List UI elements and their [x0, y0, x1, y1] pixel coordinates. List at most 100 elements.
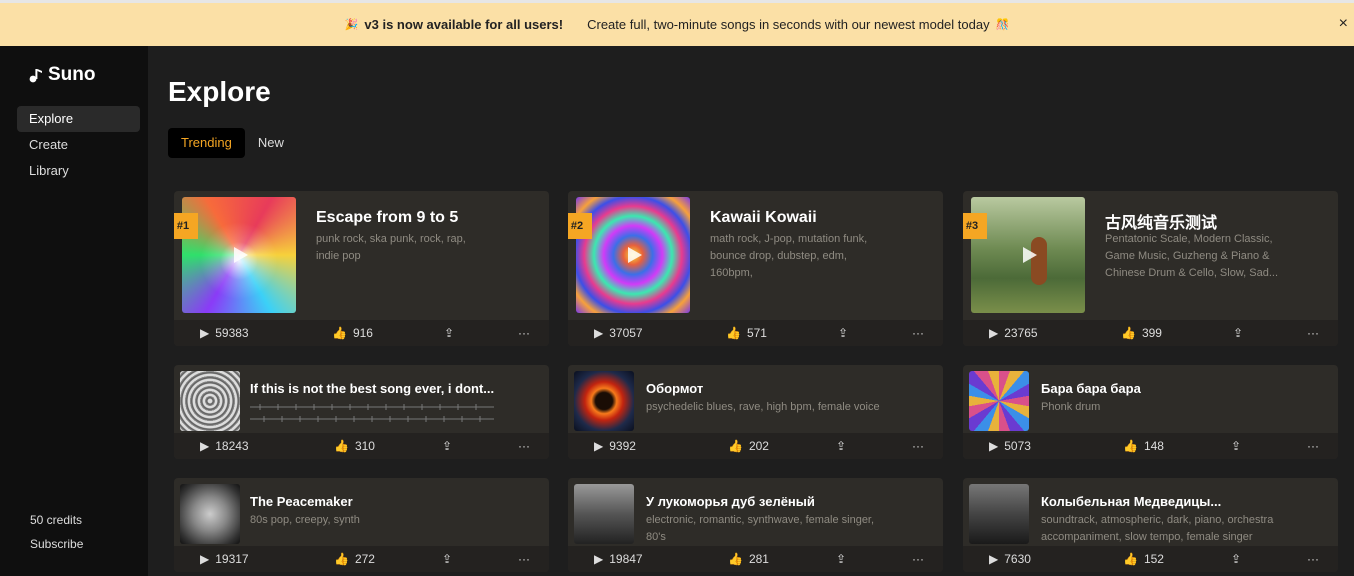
play-overlay-icon[interactable] [1023, 247, 1037, 263]
play-count-value: 59383 [215, 326, 249, 340]
confetti-icon: 🎊 [995, 19, 1010, 31]
thumbs-up-icon: 👍 [334, 439, 349, 453]
song-stats-bar: ▶ 19847 👍 281 ⇪ ··· [568, 546, 943, 572]
share-button[interactable]: ⇪ [836, 552, 846, 566]
more-icon: ··· [518, 439, 530, 453]
featured-song-card[interactable]: #1 Escape from 9 to 5 punk rock, ska pun… [174, 191, 549, 346]
featured-song-card[interactable]: #3 古风纯音乐测试 Pentatonic Scale, Modern Clas… [963, 191, 1338, 346]
thumbs-up-icon: 👍 [728, 439, 743, 453]
share-button[interactable]: ⇪ [836, 439, 846, 453]
like-count-value: 148 [1143, 439, 1164, 453]
more-button[interactable]: ··· [518, 439, 530, 453]
more-button[interactable]: ··· [518, 552, 530, 566]
song-title[interactable]: Бара бара бара [1041, 381, 1321, 396]
share-icon: ⇪ [442, 552, 453, 566]
like-count[interactable]: 👍 272 [334, 552, 375, 566]
song-cover[interactable] [180, 371, 240, 431]
share-button[interactable]: ⇪ [1231, 552, 1241, 566]
share-button[interactable]: ⇪ [1231, 439, 1241, 453]
featured-song-card[interactable]: #2 Kawaii Kowaii math rock, J-pop, mutat… [568, 191, 943, 346]
song-title[interactable]: У лукоморья дуб зелёный [646, 494, 926, 509]
like-count[interactable]: 👍 202 [728, 439, 769, 453]
share-button[interactable]: ⇪ [442, 439, 452, 453]
like-count-value: 152 [1143, 552, 1164, 566]
tab-trending[interactable]: Trending [168, 128, 245, 158]
more-button[interactable]: ··· [912, 439, 924, 453]
banner-message: Create full, two-minute songs in seconds… [587, 17, 990, 32]
song-cover[interactable] [971, 197, 1085, 313]
song-card[interactable]: If this is not the best song ever, i don… [174, 365, 549, 459]
more-button[interactable]: ··· [1307, 552, 1319, 566]
like-count[interactable]: 👍 281 [728, 552, 769, 566]
more-icon: ··· [518, 326, 530, 340]
like-count[interactable]: 👍 152 [1123, 552, 1164, 566]
page-title: Explore [168, 76, 271, 107]
sidebar-item-library[interactable]: Library [17, 158, 140, 184]
song-stats-bar: ▶ 18243 👍 310 ⇪ ··· [174, 433, 549, 459]
share-button[interactable]: ⇪ [1233, 326, 1243, 340]
song-cover[interactable] [969, 371, 1029, 431]
more-icon: ··· [912, 326, 924, 340]
play-count[interactable]: ▶ 9392 [594, 439, 636, 453]
song-cover[interactable] [969, 484, 1029, 544]
song-stats-bar: ▶ 5073 👍 148 ⇪ ··· [963, 433, 1338, 459]
share-button[interactable]: ⇪ [444, 326, 454, 340]
song-title[interactable]: 古风纯音乐测试 [1105, 209, 1325, 233]
more-icon: ··· [912, 552, 924, 566]
song-title[interactable]: Kawaii Kowaii [710, 209, 930, 227]
like-count[interactable]: 👍 571 [726, 326, 767, 340]
song-card[interactable]: Обормот psychedelic blues, rave, high bp… [568, 365, 943, 459]
song-tags: math rock, J-pop, mutation funk, bounce … [710, 233, 868, 279]
share-icon: ⇪ [442, 439, 453, 453]
like-count[interactable]: 👍 399 [1121, 326, 1162, 340]
close-banner-icon[interactable]: × [1339, 15, 1348, 33]
play-count[interactable]: ▶ 5073 [989, 439, 1031, 453]
subscribe-link[interactable]: Subscribe [30, 532, 83, 556]
like-count-value: 399 [1141, 326, 1162, 340]
song-cover[interactable] [180, 484, 240, 544]
more-icon: ··· [1307, 439, 1319, 453]
song-cover[interactable] [576, 197, 690, 313]
more-button[interactable]: ··· [912, 326, 924, 340]
play-overlay-icon[interactable] [628, 247, 642, 263]
play-icon: ▶ [989, 439, 999, 453]
song-title[interactable]: Обормот [646, 381, 926, 396]
like-count[interactable]: 👍 916 [332, 326, 373, 340]
share-button[interactable]: ⇪ [442, 552, 452, 566]
song-card[interactable]: The Peacemaker 80s pop, creepy, synth ▶ 1… [174, 478, 549, 572]
like-count[interactable]: 👍 310 [334, 439, 375, 453]
song-title[interactable]: The Peacemaker [250, 494, 530, 509]
more-button[interactable]: ··· [912, 552, 924, 566]
play-count[interactable]: ▶ 23765 [989, 326, 1038, 340]
play-count[interactable]: ▶ 37057 [594, 326, 643, 340]
suno-logo[interactable]: Suno [28, 64, 96, 86]
sidebar-item-explore[interactable]: Explore [17, 106, 140, 132]
song-title[interactable]: Колыбельная Медведицы... [1041, 494, 1321, 509]
play-count[interactable]: ▶ 18243 [200, 439, 249, 453]
more-button[interactable]: ··· [518, 326, 530, 340]
song-cover[interactable] [574, 371, 634, 431]
play-icon: ▶ [989, 326, 999, 340]
song-cover[interactable] [182, 197, 296, 313]
thumbs-up-icon: 👍 [1123, 439, 1138, 453]
play-count[interactable]: ▶ 59383 [200, 326, 249, 340]
like-count[interactable]: 👍 148 [1123, 439, 1164, 453]
song-title[interactable]: If this is not the best song ever, i don… [250, 381, 530, 396]
more-button[interactable]: ··· [1307, 326, 1319, 340]
song-card[interactable]: Бара бара бара Phonk drum ▶ 5073 👍 148 ⇪ ·… [963, 365, 1338, 459]
play-count[interactable]: ▶ 19847 [594, 552, 643, 566]
play-count[interactable]: ▶ 7630 [989, 552, 1031, 566]
song-card[interactable]: Колыбельная Медведицы... soundtrack, atm… [963, 478, 1338, 572]
song-card[interactable]: У лукоморья дуб зелёный electronic, roma… [568, 478, 943, 572]
tab-new[interactable]: New [245, 128, 297, 158]
play-count[interactable]: ▶ 19317 [200, 552, 249, 566]
share-button[interactable]: ⇪ [838, 326, 848, 340]
more-button[interactable]: ··· [1307, 439, 1319, 453]
sidebar-item-create[interactable]: Create [17, 132, 140, 158]
thumbs-up-icon: 👍 [726, 326, 741, 340]
song-title[interactable]: Escape from 9 to 5 [316, 209, 536, 227]
thumbs-up-icon: 👍 [728, 552, 743, 566]
play-overlay-icon[interactable] [234, 247, 248, 263]
sidebar: Suno Explore Create Library 50 credits S… [0, 46, 148, 576]
song-cover[interactable] [574, 484, 634, 544]
